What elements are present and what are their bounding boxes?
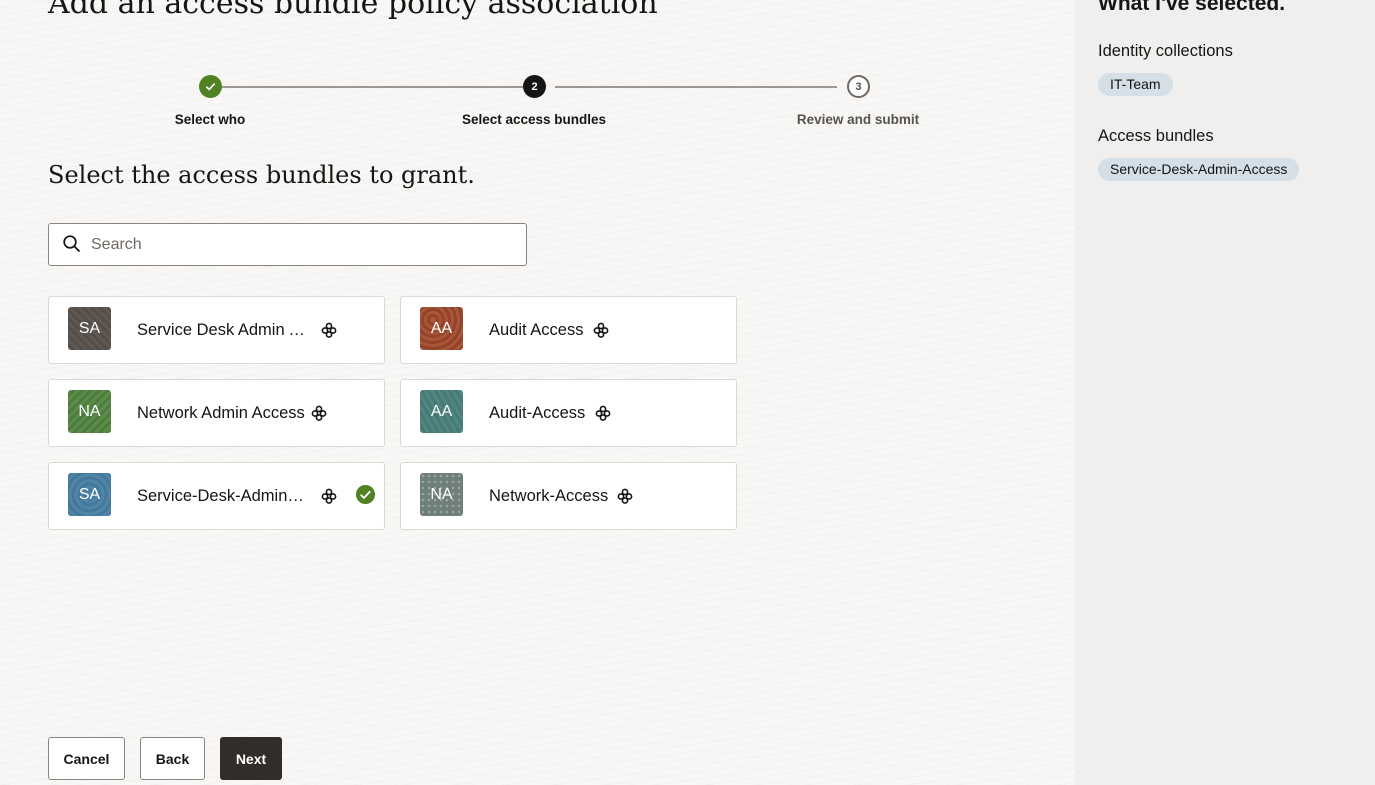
- back-button[interactable]: Back: [140, 737, 205, 780]
- access-bundles-heading: Access bundles: [1098, 127, 1214, 145]
- bundle-icon: [321, 488, 337, 504]
- main-content: Add an access bundle policy association …: [0, 0, 1075, 785]
- next-button[interactable]: Next: [220, 737, 282, 780]
- step-connector: [221, 86, 523, 88]
- step-2-marker: 2: [523, 75, 546, 98]
- search-input[interactable]: [91, 232, 511, 258]
- selection-panel-title: What I've selected.: [1098, 0, 1286, 15]
- identity-collections-heading: Identity collections: [1098, 42, 1233, 60]
- bundle-card[interactable]: AA Audit Access: [400, 296, 737, 364]
- bundle-card[interactable]: SA Service Desk Admin Access: [48, 296, 385, 364]
- step-1-check-icon: [199, 75, 222, 98]
- bundle-name: Service Desk Admin Access: [137, 321, 305, 339]
- bundle-icon: [595, 405, 611, 421]
- step-label-review: Review and submit: [796, 112, 920, 127]
- bundle-card-selected[interactable]: SA Service-Desk-Admin-Access: [48, 462, 385, 530]
- bundle-card[interactable]: NA Network Admin Access: [48, 379, 385, 447]
- step-label-select-bundles: Select access bundles: [461, 112, 607, 127]
- avatar: NA: [68, 390, 111, 433]
- search-field[interactable]: [48, 223, 527, 266]
- avatar: NA: [420, 473, 463, 516]
- step-3-marker: 3: [847, 75, 870, 98]
- avatar: AA: [420, 307, 463, 350]
- avatar: SA: [68, 473, 111, 516]
- step-label-select-who[interactable]: Select who: [175, 112, 246, 127]
- bundle-card[interactable]: NA Network-Access: [400, 462, 737, 530]
- selection-panel: What I've selected. Identity collections…: [1075, 0, 1375, 785]
- section-heading: Select the access bundles to grant.: [48, 161, 475, 189]
- bundle-name: Audit-Access: [489, 404, 586, 422]
- bundle-icon: [593, 322, 609, 338]
- selected-check-icon: [355, 484, 376, 505]
- bundle-name: Service-Desk-Admin-Access: [137, 487, 305, 505]
- step-connector: [555, 86, 837, 88]
- bundle-icon: [321, 322, 337, 338]
- search-icon: [63, 235, 81, 253]
- bundle-name: Network-Access: [489, 487, 609, 505]
- bundle-card[interactable]: AA Audit-Access: [400, 379, 737, 447]
- bundle-name: Audit Access: [489, 321, 584, 339]
- identity-chip: IT-Team: [1098, 73, 1173, 96]
- avatar: AA: [420, 390, 463, 433]
- bundle-chip: Service-Desk-Admin-Access: [1098, 158, 1300, 181]
- avatar: SA: [68, 307, 111, 350]
- bundle-icon: [311, 405, 327, 421]
- bundle-name: Network Admin Access: [137, 404, 305, 422]
- page-title: Add an access bundle policy association: [48, 0, 658, 21]
- cancel-button[interactable]: Cancel: [48, 737, 125, 780]
- bundle-icon: [617, 488, 633, 504]
- stepper: 2 3 Select who Select access bundles Rev…: [0, 70, 1075, 140]
